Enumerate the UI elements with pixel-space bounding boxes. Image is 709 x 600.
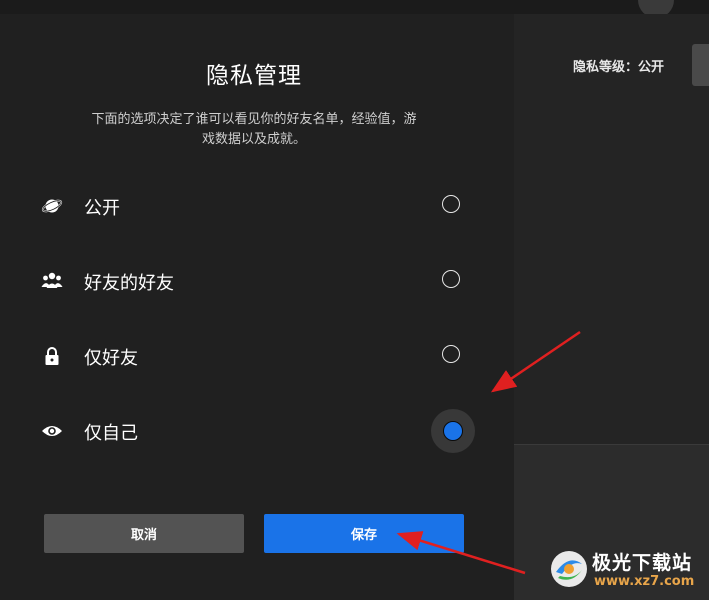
dialog-title: 隐私管理 (206, 63, 302, 89)
cancel-button[interactable]: 取消 (44, 514, 244, 553)
watermark-name: 极光下载站 (592, 552, 693, 574)
planet-icon (40, 194, 64, 218)
watermark-url: www.xz7.com (594, 574, 695, 589)
dialog-description: 下面的选项决定了谁可以看见你的好友名单，经验值，游戏数据以及成就。 (91, 112, 417, 147)
option-only-me[interactable]: 仅自己 (0, 406, 514, 456)
edit-privacy-button[interactable] (692, 44, 709, 86)
privacy-dialog: 隐私管理 下面的选项决定了谁可以看见你的好友名单，经验值，游戏数据以及成就。 公… (0, 14, 514, 600)
privacy-level-label: 隐私等级：公开 (573, 60, 665, 75)
option-label: 仅好友 (84, 348, 138, 369)
radio-button-selected[interactable] (431, 409, 475, 453)
radio-dot (443, 421, 463, 441)
eye-icon (40, 419, 64, 443)
option-label: 好友的好友 (84, 273, 174, 294)
option-public[interactable]: 公开 (0, 181, 514, 231)
option-label: 公开 (84, 198, 120, 219)
people-icon (40, 269, 64, 293)
radio-button[interactable] (442, 345, 460, 363)
watermark: 极光下载站 www.xz7.com (548, 546, 706, 596)
option-friends-only[interactable]: 仅好友 (0, 331, 514, 381)
watermark-logo-icon (551, 551, 587, 587)
option-friends-of-friends[interactable]: 好友的好友 (0, 256, 514, 306)
radio-button[interactable] (442, 270, 460, 288)
top-bar (0, 0, 709, 14)
divider (514, 444, 709, 445)
radio-button[interactable] (442, 195, 460, 213)
background-panel (514, 14, 709, 444)
save-button[interactable]: 保存 (264, 514, 464, 553)
lock-icon (40, 344, 64, 368)
option-label: 仅自己 (84, 423, 138, 444)
